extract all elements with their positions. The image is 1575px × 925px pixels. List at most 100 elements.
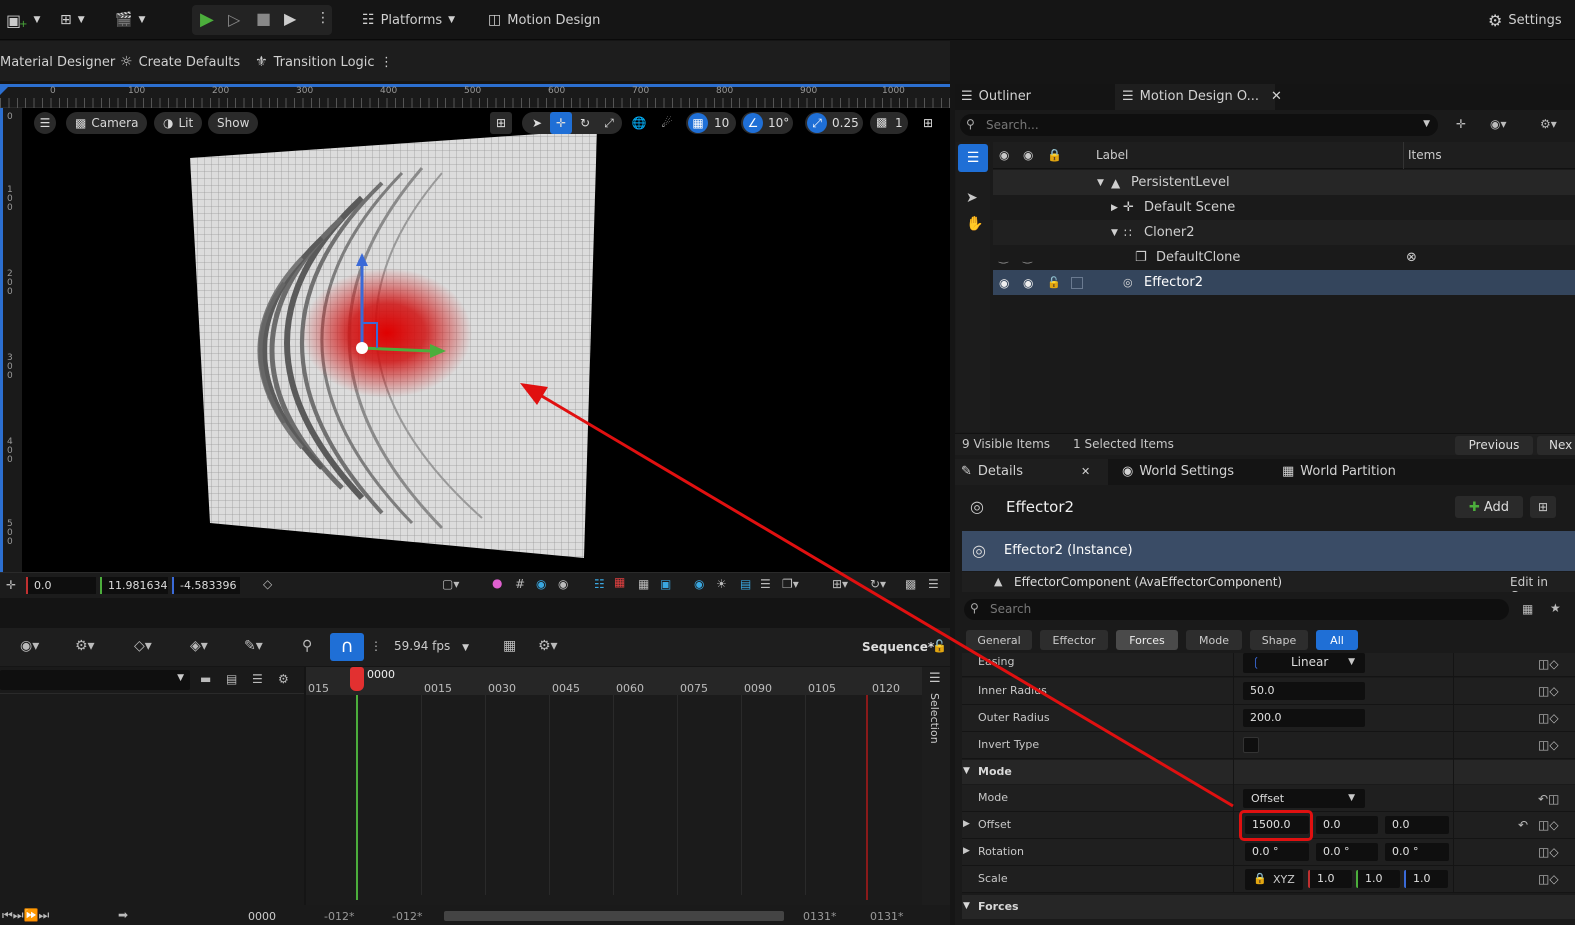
visibility-col-icon[interactable]: ◉ [999, 148, 1009, 162]
scale-snap-group[interactable]: ⤢ 0.25 [805, 112, 863, 134]
transition-logic-button[interactable]: ⚜ Transition Logic [255, 48, 375, 76]
list-icon[interactable]: ☰ [252, 672, 263, 686]
viewport-menu-button[interactable]: ☰ [34, 112, 56, 134]
select-mode-button[interactable]: ➤ [526, 112, 548, 134]
mode-dropdown[interactable]: Offset ▼ [1243, 789, 1365, 808]
game-visibility-col-icon[interactable]: ◉ [1023, 148, 1033, 162]
loop-icon[interactable]: ➡ [118, 908, 128, 922]
filter-button[interactable]: ☰ [958, 144, 988, 172]
surface-snap-button[interactable]: ☄ [656, 112, 678, 134]
angle-snap-group[interactable]: ∠ 10° [741, 112, 793, 134]
hash-icon[interactable]: # [515, 577, 525, 591]
outliner-row-persistent-level[interactable]: ▼ ▲ PersistentLevel [993, 170, 1575, 195]
scale-x-input[interactable]: 1.0 [1308, 870, 1352, 888]
pencil-icon[interactable]: ✎▾ [244, 638, 263, 654]
key-diamond-icon[interactable]: ◇▾ [134, 638, 152, 654]
next-button[interactable]: Nex [1537, 436, 1575, 455]
outliner-row-default-clone[interactable]: ‿ ‿ ❐ DefaultClone ⊗ [993, 245, 1575, 270]
gear-icon[interactable]: ⚙▾ [1540, 117, 1557, 131]
play-icon[interactable]: ▶ [200, 9, 214, 30]
eject-icon[interactable]: ▶ [284, 9, 296, 28]
category-tab-forces[interactable]: Forces [1116, 630, 1178, 650]
coord-x-field[interactable]: 0.0 [26, 577, 96, 594]
material-designer-button[interactable]: Material Designer [0, 48, 115, 76]
collapse-arrow-icon[interactable]: ▶ [963, 846, 970, 856]
keyframe-icon[interactable]: ◫◇ [1538, 845, 1559, 859]
shape-icon[interactable]: ▢▾ [442, 577, 459, 591]
gear-icon[interactable]: ⚙▾ [538, 638, 558, 654]
tab-outliner[interactable]: ☰ Outliner [961, 89, 1031, 104]
copy-icon[interactable]: ❐▾ [782, 577, 799, 591]
close-icon[interactable]: ✕ [1081, 465, 1090, 478]
keyframe-icon[interactable]: ◫◇ [1538, 684, 1559, 698]
settings-button[interactable]: ⚙ Settings [1488, 6, 1562, 34]
keyframe-icon[interactable]: ◫◇ [1538, 657, 1559, 671]
more-options-button[interactable]: ⋮ [380, 48, 393, 76]
visibility-icon[interactable]: ◉ [694, 577, 704, 591]
category-tab-mode[interactable]: Mode [1186, 630, 1242, 650]
category-tab-general[interactable]: General [966, 630, 1032, 650]
sliders-icon[interactable]: ☰ [929, 671, 941, 686]
show-button[interactable]: Show [208, 112, 259, 134]
transport-controls-icon[interactable]: ⏮⏭⏩⏭ [2, 908, 49, 923]
hidden-eye-icon[interactable]: ‿ [1023, 251, 1032, 264]
cinematics-button[interactable]: 🎬 ▼ [115, 6, 145, 34]
transform-toggle-button[interactable]: ⊞ [490, 112, 512, 134]
camera-speed-group[interactable]: ▩ 1 [870, 112, 908, 134]
rotate-mode-button[interactable]: ↻ [574, 112, 596, 134]
inner-radius-input[interactable]: 50.0 [1243, 682, 1365, 700]
platforms-button[interactable]: ☷ Platforms ▼ [362, 6, 455, 34]
easing-dropdown[interactable]: ❲ Linear ▼ [1243, 653, 1365, 673]
marker-icon[interactable]: ⚲ [302, 638, 312, 654]
expand-arrow-icon[interactable]: ▼ [1097, 178, 1104, 188]
level-viewport[interactable] [22, 108, 950, 572]
camera-button[interactable]: ▩ Camera [66, 112, 148, 134]
reset-icon[interactable]: ↶ [1518, 818, 1528, 832]
motion-design-button[interactable]: ◫ Motion Design [488, 6, 600, 34]
more-vertical-icon[interactable]: ⋮ [370, 639, 382, 653]
settings-lines-icon[interactable]: ☰ [928, 577, 939, 591]
collapse-arrow-icon[interactable]: ▶ [1111, 203, 1118, 213]
table-view-icon[interactable]: ▦ [1522, 602, 1533, 616]
edit-cpp-link[interactable]: Edit in C++ [1510, 575, 1575, 592]
gamepad-icon[interactable]: ☷ [594, 577, 605, 591]
outliner-row-cloner[interactable]: ▼ ∷ Cloner2 [993, 220, 1575, 245]
actor-name[interactable]: Effector2 [1006, 498, 1074, 516]
create-defaults-button[interactable]: ☼ Create Defaults [120, 48, 240, 76]
unlock-icon[interactable]: 🔓 [1047, 276, 1061, 289]
tab-details[interactable]: ✎ Details ✕ [961, 464, 1090, 479]
grid-options-icon[interactable]: ⊞▾ [832, 577, 848, 591]
start-marker[interactable] [356, 695, 358, 900]
rotation-y-input[interactable]: 0.0 ° [1316, 843, 1378, 861]
collapse-arrow-icon[interactable]: ▶ [963, 819, 970, 829]
curve-editor-icon[interactable]: ▦ [503, 638, 516, 654]
gizmo-pivot[interactable] [356, 342, 368, 354]
world-local-button[interactable]: 🌐 [628, 112, 650, 134]
step-icon[interactable]: ▷ [228, 10, 240, 29]
checkbox-icon[interactable] [1071, 276, 1083, 289]
tab-motion-design-outliner[interactable]: ☰ Motion Design O... ✕ [1122, 89, 1282, 104]
viewport-layout-button[interactable]: ⊞ [917, 112, 939, 134]
add-actor-button[interactable]: ▣ + ▼ [6, 6, 40, 34]
blueprint-button[interactable]: ⊞ ▼ [60, 6, 85, 34]
keyframe-icon[interactable]: ◫◇ [1538, 818, 1559, 832]
stop-icon[interactable]: ■ [256, 9, 271, 28]
scale-z-input[interactable]: 1.0 [1404, 870, 1448, 888]
scale-mode-button[interactable]: ⤢ [598, 112, 620, 134]
track-filter-dropdown[interactable]: ▼ [0, 670, 190, 690]
scale-y-input[interactable]: 1.0 [1356, 870, 1400, 888]
coord-y-field[interactable]: 11.981634 [100, 577, 168, 594]
keyframe-icon[interactable]: ◫◇ [1538, 738, 1559, 752]
keyframe-icon[interactable]: ◫◇ [1538, 872, 1559, 886]
select-tool-icon[interactable]: ➤ [966, 190, 978, 206]
keyframe-diamond-icon[interactable]: ◇ [263, 577, 272, 591]
expand-icon[interactable]: ▤ [226, 672, 237, 686]
checker-icon[interactable]: ▦ [638, 577, 649, 591]
expand-arrow-icon[interactable]: ▼ [1111, 228, 1118, 238]
outliner-search-input[interactable]: ⚲ Search... ▼ [960, 114, 1438, 136]
actor-icon[interactable]: ⚙▾ [75, 638, 95, 654]
screenshot-icon[interactable]: ▩ [905, 577, 916, 591]
scale-lock-button[interactable]: 🔒 XYZ [1245, 869, 1303, 890]
end-marker[interactable] [866, 695, 868, 900]
refresh-icon[interactable]: ↻▾ [870, 577, 886, 591]
